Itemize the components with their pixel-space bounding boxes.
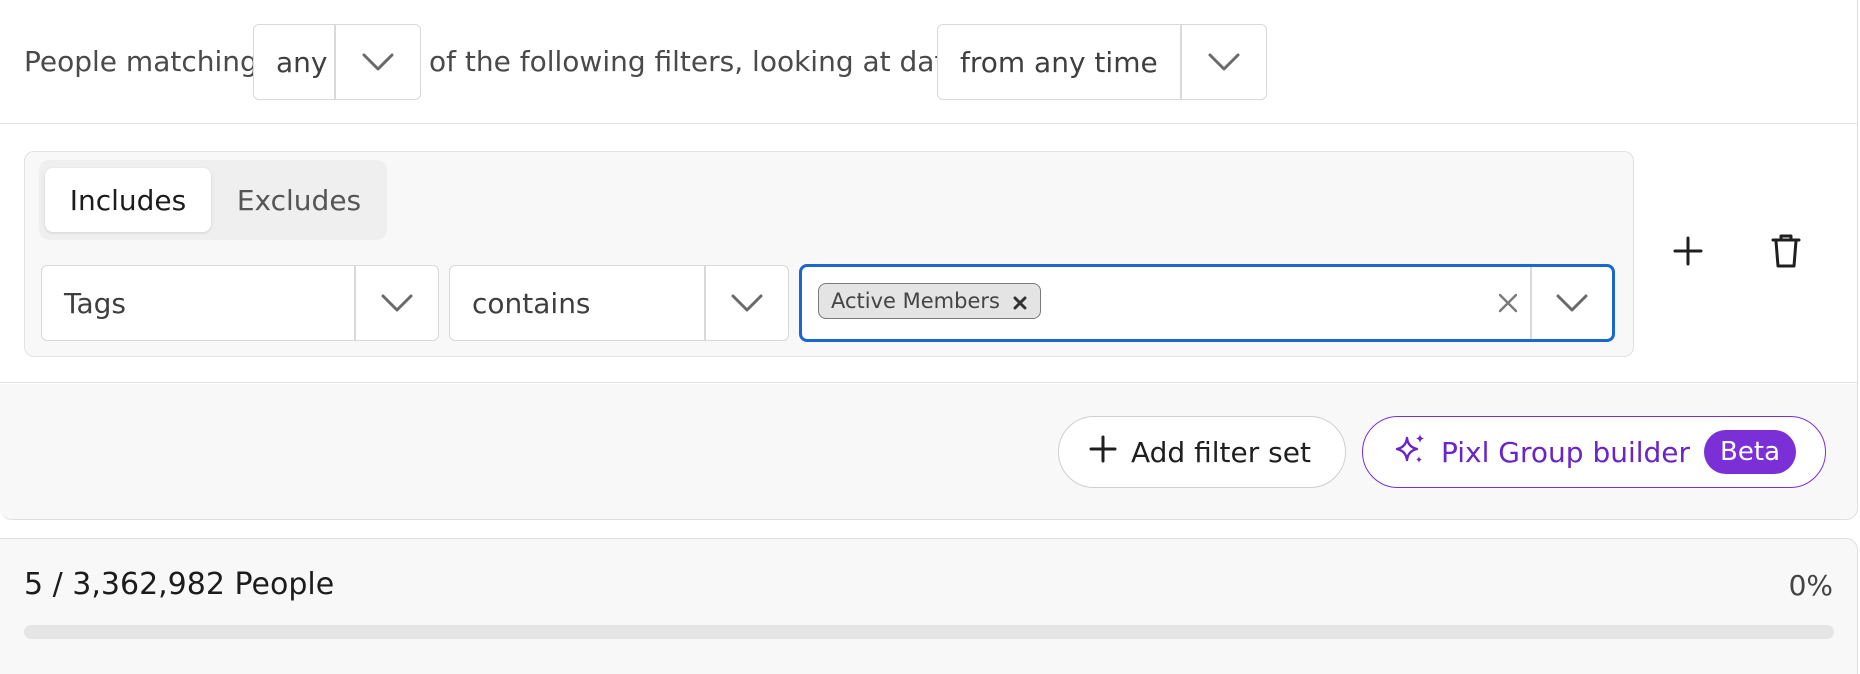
match-mode-select[interactable]: any bbox=[253, 24, 421, 100]
add-filter-set-label: Add filter set bbox=[1131, 435, 1311, 469]
filter-zone: Includes Excludes Tags contains bbox=[0, 125, 1857, 383]
time-range-value: from any time bbox=[960, 45, 1158, 79]
result-percent: 0% bbox=[1788, 569, 1833, 602]
match-header: People matching any of the following fil… bbox=[0, 0, 1857, 124]
time-range-select[interactable]: from any time bbox=[937, 24, 1267, 100]
chevron-down-icon bbox=[336, 25, 420, 99]
trash-icon[interactable] bbox=[1764, 227, 1808, 275]
field-select[interactable]: Tags bbox=[41, 265, 439, 341]
pixl-group-builder-button[interactable]: Pixl Group builder Beta bbox=[1362, 416, 1826, 488]
header-middle-text: of the following filters, looking at dat… bbox=[429, 45, 963, 78]
result-summary: 5 / 3,362,982 People 0% bbox=[0, 538, 1858, 674]
chevron-down-icon bbox=[1182, 25, 1266, 99]
builder-actions: Add filter set Pixl Group builder Beta bbox=[0, 384, 1857, 519]
result-progress-bar bbox=[24, 625, 1834, 639]
tab-includes[interactable]: Includes bbox=[45, 168, 211, 232]
add-filter-set-button[interactable]: Add filter set bbox=[1058, 416, 1346, 488]
header-prefix: People matching bbox=[24, 45, 258, 78]
plus-icon bbox=[1089, 435, 1117, 470]
plus-icon[interactable] bbox=[1666, 229, 1710, 273]
selected-tag-chip: Active Members bbox=[818, 283, 1041, 319]
include-exclude-tabs: Includes Excludes bbox=[39, 160, 387, 240]
operator-select[interactable]: contains bbox=[449, 265, 789, 341]
chevron-down-icon bbox=[706, 266, 788, 340]
group-builder-card: People matching any of the following fil… bbox=[0, 0, 1858, 520]
match-mode-value: any bbox=[276, 45, 328, 79]
filter-set: Includes Excludes Tags contains bbox=[24, 151, 1634, 357]
chevron-down-icon bbox=[356, 266, 438, 340]
pixl-label: Pixl Group builder bbox=[1441, 435, 1691, 469]
field-value: Tags bbox=[64, 286, 126, 320]
close-icon[interactable] bbox=[1490, 267, 1526, 339]
sparkles-icon bbox=[1393, 432, 1427, 473]
beta-badge: Beta bbox=[1704, 430, 1797, 474]
result-count: 5 / 3,362,982 People bbox=[24, 567, 335, 602]
operator-value: contains bbox=[472, 286, 591, 320]
close-icon[interactable] bbox=[1012, 292, 1028, 316]
chip-label: Active Members bbox=[831, 289, 1000, 313]
tab-excludes[interactable]: Excludes bbox=[219, 168, 379, 232]
chevron-down-icon[interactable] bbox=[1532, 267, 1612, 339]
